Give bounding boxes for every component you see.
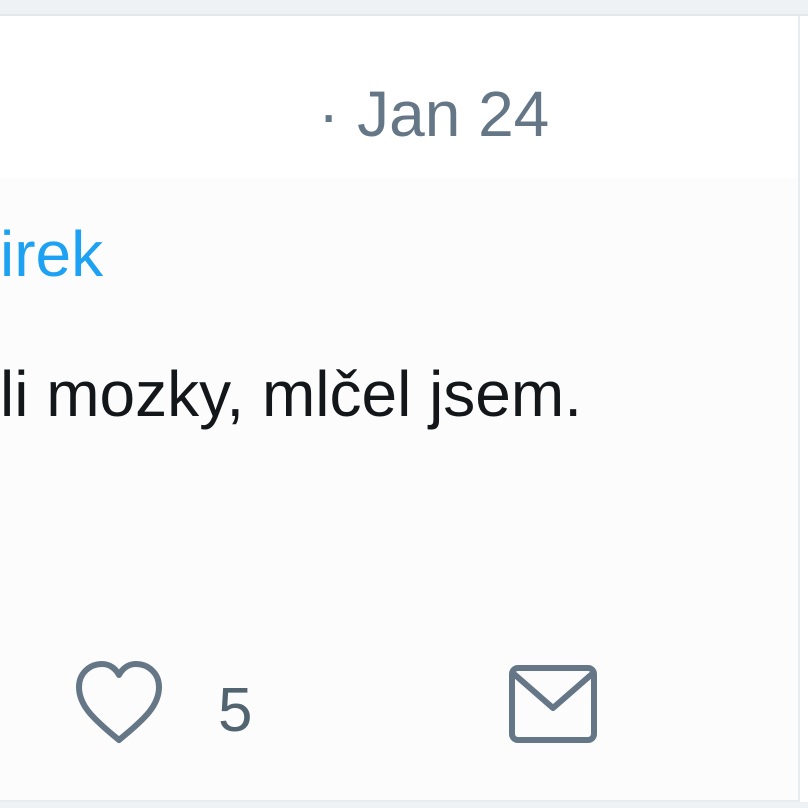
like-count: 5 (218, 676, 253, 745)
tweet-card-viewport: · Jan 24 irek li mozky, mlčel jsem. 5 (0, 0, 808, 808)
mention-link[interactable]: irek (0, 222, 103, 286)
heart-icon[interactable] (74, 660, 164, 748)
next-item-edge (0, 802, 808, 808)
direct-message-button[interactable] (508, 664, 598, 744)
envelope-icon[interactable] (508, 664, 598, 744)
like-button[interactable] (74, 660, 164, 748)
tweet-text: li mozky, mlčel jsem. (0, 358, 582, 430)
tweet-timestamp[interactable]: · Jan 24 (318, 82, 549, 146)
